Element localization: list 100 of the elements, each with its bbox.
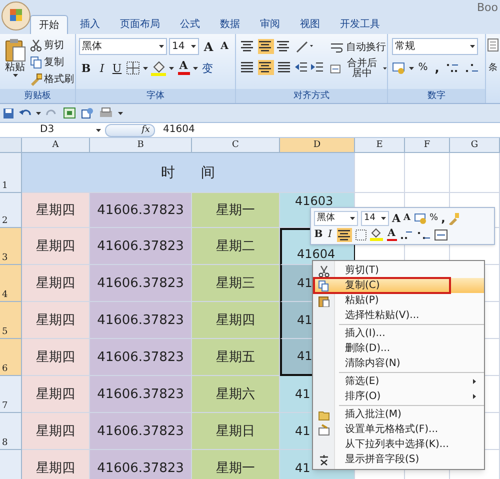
align-top-icon[interactable]: [240, 39, 256, 54]
font-name-field[interactable]: 黑体: [314, 210, 358, 226]
bold-button[interactable]: B: [314, 230, 323, 240]
ribbon-tab[interactable]: 公式: [172, 15, 208, 34]
increase-decimal-icon[interactable]: [400, 228, 414, 240]
align-middle-icon[interactable]: [258, 39, 274, 54]
shrink-font-button[interactable]: A: [404, 214, 411, 222]
currency-icon[interactable]: [392, 61, 406, 75]
caret-icon[interactable]: [193, 66, 198, 70]
caret-icon[interactable]: [381, 216, 386, 220]
align-bottom-icon[interactable]: [276, 39, 292, 54]
row-header[interactable]: 6: [0, 339, 22, 376]
italic-button[interactable]: I: [96, 60, 108, 76]
copy-icon: [30, 56, 42, 69]
fill-bucket-icon[interactable]: [370, 228, 383, 241]
row-header[interactable]: 1: [0, 153, 22, 193]
brush-icon: [30, 73, 42, 86]
bold-button[interactable]: B: [79, 60, 93, 76]
table-cell: 41606.37823: [90, 413, 192, 450]
caret-icon[interactable]: [383, 67, 387, 70]
caret-icon[interactable]: [96, 128, 101, 132]
align-center-icon[interactable]: [258, 60, 274, 75]
caret-icon[interactable]: [118, 112, 123, 114]
row-header[interactable]: 8: [0, 413, 22, 450]
caret-icon[interactable]: [169, 66, 174, 70]
caret-icon[interactable]: [36, 112, 41, 114]
borders-icon[interactable]: [355, 228, 367, 240]
table-cell: 星期一: [192, 193, 280, 228]
row-header[interactable]: 5: [0, 302, 22, 339]
caret-icon[interactable]: [143, 66, 148, 70]
table-cell: 41606.37823: [90, 193, 192, 228]
ribbon-tab[interactable]: 页面布局: [112, 15, 168, 34]
caret-icon[interactable]: [409, 66, 414, 70]
caret-icon[interactable]: [470, 45, 475, 48]
paste-button[interactable]: 粘贴: [0, 34, 30, 89]
font-name-field[interactable]: 黑体: [79, 38, 167, 55]
merge-cells-icon[interactable]: [434, 228, 448, 240]
copy-button[interactable]: 复制: [30, 55, 74, 70]
column-header[interactable]: A: [22, 138, 90, 153]
font-size-field[interactable]: 14: [169, 38, 199, 55]
increase-decimal-icon[interactable]: [445, 61, 461, 75]
group-label: 数字: [428, 92, 446, 100]
ribbon-tab[interactable]: 开始: [30, 15, 68, 34]
table-cell: 星期六: [192, 376, 280, 413]
fill-bucket-icon[interactable]: [151, 60, 166, 76]
tool-icon[interactable]: [81, 107, 94, 119]
caret-icon[interactable]: [191, 45, 196, 48]
align-center-icon[interactable]: [337, 228, 352, 242]
currency-icon[interactable]: [414, 212, 427, 224]
align-right-icon[interactable]: [276, 60, 292, 75]
ribbon-tab[interactable]: 审阅: [252, 15, 288, 34]
ribbon-tab[interactable]: 插入: [72, 15, 108, 34]
align-left-icon[interactable]: [240, 60, 256, 75]
ribbon-tab[interactable]: 视图: [292, 15, 328, 34]
phonetic-button[interactable]: 变: [201, 60, 214, 76]
column-header[interactable]: B: [90, 138, 192, 153]
table-cell: 星期四: [22, 376, 90, 413]
caret-icon[interactable]: [159, 45, 164, 48]
table-cell: 41606.37823: [90, 376, 192, 413]
font-color-button[interactable]: A: [177, 60, 190, 76]
caret-icon[interactable]: [12, 74, 18, 77]
row-header[interactable]: 2: [0, 193, 22, 228]
underline-button[interactable]: U: [111, 60, 123, 76]
submenu-arrow-icon: [473, 394, 476, 399]
grow-font-button[interactable]: A: [201, 38, 216, 55]
font-size-field[interactable]: 14: [361, 210, 389, 226]
office-button-icon[interactable]: [1, 1, 31, 31]
ribbon-tab[interactable]: 开发工具: [332, 15, 388, 34]
conditional-format-icon[interactable]: [487, 38, 499, 52]
cut-button[interactable]: 剪切: [30, 38, 74, 53]
italic-button[interactable]: I: [326, 230, 334, 240]
ribbon-tab[interactable]: 数据: [212, 15, 248, 34]
orientation-icon[interactable]: [294, 39, 314, 54]
column-header[interactable]: F: [405, 138, 450, 153]
percent-button[interactable]: %: [430, 214, 438, 222]
comma-button[interactable]: ,: [441, 212, 446, 224]
comma-button[interactable]: ,: [432, 62, 442, 74]
column-header[interactable]: C: [192, 138, 280, 153]
row-header[interactable]: 3: [0, 228, 22, 265]
shrink-font-button[interactable]: A: [218, 38, 231, 55]
percent-button[interactable]: %: [417, 63, 429, 73]
column-header[interactable]: G: [450, 138, 500, 153]
function-button[interactable]: fx: [142, 126, 150, 134]
wrap-text-button[interactable]: 自动换行: [330, 40, 387, 55]
caret-icon[interactable]: [350, 216, 355, 220]
decrease-decimal-icon[interactable]: [464, 61, 480, 75]
row-header[interactable]: 7: [0, 376, 22, 413]
number-format-field[interactable]: 常规: [392, 38, 478, 55]
save-icon[interactable]: [3, 108, 14, 118]
format-painter-button[interactable]: 格式刷: [30, 72, 74, 87]
grow-font-button[interactable]: A: [392, 212, 401, 224]
printer-icon[interactable]: [99, 107, 113, 119]
column-header[interactable]: D: [280, 138, 355, 153]
name-box[interactable]: D3: [0, 122, 105, 138]
font-color-button[interactable]: A: [386, 228, 397, 241]
sheet-icon[interactable]: [63, 107, 76, 119]
column-header[interactable]: E: [355, 138, 405, 153]
borders-icon[interactable]: [126, 61, 140, 75]
title-cell: 时 间: [160, 166, 216, 180]
row-header[interactable]: 4: [0, 265, 22, 302]
